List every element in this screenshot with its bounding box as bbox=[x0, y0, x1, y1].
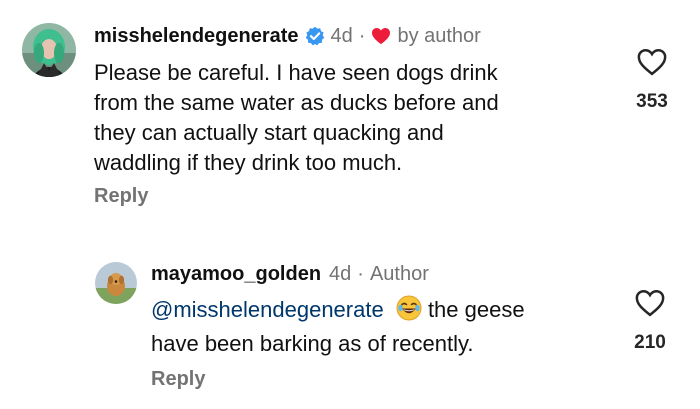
comment-text-line: have been barking as of recently. bbox=[151, 331, 474, 356]
comment-2-reply: mayamoo_golden 4d · Author @misshelendeg… bbox=[0, 240, 700, 409]
username[interactable]: mayamoo_golden bbox=[151, 263, 321, 286]
timestamp[interactable]: 4d bbox=[331, 25, 353, 48]
comment-text-line: waddling if they drink too much. bbox=[94, 150, 403, 175]
laughing-emoji-icon bbox=[396, 295, 422, 329]
comment-text: @misshelendegenerate the geese have been… bbox=[151, 295, 611, 359]
separator-dot: · bbox=[357, 262, 364, 285]
comment-header: mayamoo_golden 4d · Author bbox=[151, 260, 429, 288]
like-column: 210 bbox=[618, 289, 682, 354]
separator-dot: · bbox=[358, 24, 366, 47]
reply-button[interactable]: Reply bbox=[151, 368, 205, 391]
like-count: 353 bbox=[636, 91, 668, 112]
comment-1: misshelendegenerate 4d · by author Pleas… bbox=[0, 0, 700, 230]
verified-badge-icon bbox=[305, 26, 325, 46]
reply-button[interactable]: Reply bbox=[94, 185, 148, 208]
comment-text-line: from the same water as ducks before and bbox=[94, 90, 499, 115]
avatar-green-hair-icon bbox=[22, 23, 76, 77]
liked-by-author-label: by author bbox=[397, 24, 481, 47]
commenter-avatar[interactable] bbox=[22, 23, 76, 77]
like-heart-icon[interactable] bbox=[635, 289, 665, 317]
like-heart-icon[interactable] bbox=[637, 48, 667, 76]
avatar-golden-retriever-icon bbox=[95, 262, 137, 304]
comment-text-rest: the geese bbox=[421, 297, 525, 322]
user-mention-link[interactable]: @misshelendegenerate bbox=[151, 297, 384, 322]
comment-text-line: Please be careful. I have seen dogs drin… bbox=[94, 60, 498, 85]
like-column: 353 bbox=[620, 48, 684, 113]
username[interactable]: misshelendegenerate bbox=[94, 25, 299, 48]
author-label: Author bbox=[369, 262, 429, 285]
comment-text: Please be careful. I have seen dogs drin… bbox=[94, 58, 594, 178]
like-count: 210 bbox=[634, 332, 666, 353]
comment-header: misshelendegenerate 4d · by author bbox=[94, 22, 481, 50]
commenter-avatar[interactable] bbox=[95, 262, 137, 304]
comment-text-line: @misshelendegenerate the geese bbox=[151, 295, 611, 329]
comment-text-line: they can actually start quacking and bbox=[94, 120, 444, 145]
timestamp[interactable]: 4d bbox=[329, 263, 351, 286]
author-liked-heart-icon bbox=[371, 27, 391, 45]
